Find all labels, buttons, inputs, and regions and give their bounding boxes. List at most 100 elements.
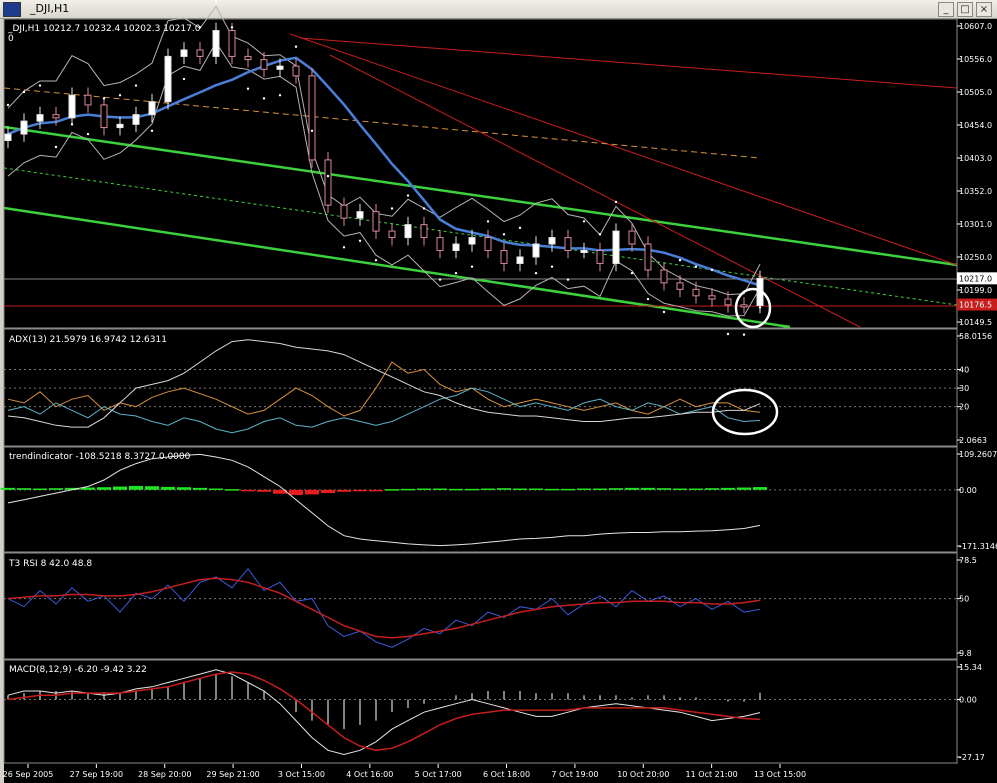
candle-body	[36, 114, 44, 122]
sar-dot	[22, 90, 26, 94]
sar-dot	[262, 97, 266, 100]
y-tick-label: 10403.0	[959, 154, 992, 163]
chart-window: _DJI,H1 _ □ × 10217.0 10176.5 10607.0 1055…	[0, 0, 997, 783]
trend-histogram-bar	[641, 487, 655, 490]
candle-body	[308, 75, 316, 161]
trend-histogram-bar	[1, 487, 15, 490]
red-price-label: 10176.5	[959, 301, 992, 310]
y-tick-label: 20	[959, 403, 969, 412]
candle-body	[404, 224, 412, 239]
sar-dot	[38, 84, 42, 87]
sar-dot	[86, 132, 90, 136]
y-tick-label: 2.0663	[959, 436, 987, 445]
sar-dot	[342, 246, 346, 249]
trend-histogram-bar	[737, 487, 751, 490]
trend-histogram-bar	[593, 488, 607, 491]
trend-histogram-bar	[305, 489, 319, 495]
sar-dot	[134, 84, 138, 87]
time-tick-label: 26 Sep 2005	[3, 770, 54, 779]
y-tick-label: 10556.0	[959, 55, 992, 64]
candle-body	[244, 55, 252, 61]
y-tick-label: 109.2607	[959, 450, 997, 459]
sar-dot	[454, 271, 458, 275]
candle-body	[420, 224, 428, 239]
trend-histogram-bar	[721, 487, 735, 490]
chart-canvas: 10217.0 10176.5 10607.0 10556.0 10505.0 1045…	[1, 0, 997, 783]
sar-dot	[614, 200, 618, 204]
sar-dot	[518, 226, 522, 230]
trend-histogram-bar	[577, 488, 591, 491]
sar-dot	[678, 259, 682, 262]
y-tick-label: 10607.0	[959, 22, 992, 31]
time-tick-label: 7 Oct 19:00	[551, 770, 598, 779]
candle-body	[276, 65, 284, 70]
sar-dot	[374, 259, 378, 262]
candle-body	[116, 123, 124, 129]
trend-histogram-bar	[369, 489, 383, 492]
y-tick-label: 10352.0	[959, 187, 992, 196]
candle-body	[516, 256, 524, 264]
sar-dot	[710, 268, 714, 272]
candle-body	[132, 114, 140, 125]
candle-body	[548, 237, 556, 245]
candle-body	[148, 101, 156, 116]
candle-body	[484, 237, 492, 252]
y-tick-label: 30	[959, 384, 969, 393]
main-title: _DJI,H1 10212.7 10232.4 10202.3 10217.0	[7, 24, 201, 34]
macd-title: MACD(8,12,9) -6.20 -9.42 3.22	[9, 665, 147, 675]
time-tick-label: 11 Oct 21:00	[686, 770, 738, 779]
sar-dot	[566, 278, 570, 281]
time-tick-label: 29 Sep 21:00	[206, 770, 259, 779]
y-tick-label: 40	[959, 365, 969, 374]
candle-body	[644, 243, 652, 271]
y-tick-label: 10301.0	[959, 220, 992, 229]
time-tick-label: 3 Oct 15:00	[278, 770, 325, 779]
y-tick-label: 15.34	[959, 663, 982, 672]
time-tick-label: 27 Sep 19:00	[70, 770, 123, 779]
candle-body	[676, 282, 684, 290]
sar-dot	[54, 145, 58, 149]
adx-title: ADX(13) 21.5979 16.9742 12.6311	[9, 335, 167, 345]
candle-body	[164, 55, 172, 103]
candle-body	[532, 243, 540, 258]
time-tick-label: 13 Oct 15:00	[754, 770, 806, 779]
candle-body	[580, 250, 588, 254]
y-tick-label: 58.0156	[959, 332, 992, 341]
trend-histogram-bar	[753, 487, 767, 490]
trend-histogram-bar	[449, 488, 463, 491]
sar-dot	[630, 271, 634, 275]
trend-histogram-bar	[161, 486, 175, 490]
main-corner-value: 0	[8, 34, 14, 44]
trend-histogram-bar	[33, 488, 47, 491]
trend-histogram-bar	[225, 489, 239, 491]
sar-dot	[182, 77, 186, 81]
candle-body	[84, 94, 92, 106]
candle-body	[196, 49, 204, 57]
trend-histogram-bar	[545, 488, 559, 491]
y-tick-label: 10505.0	[959, 88, 992, 97]
trend-histogram-bar	[289, 489, 303, 496]
time-tick-label: 6 Oct 18:00	[483, 770, 530, 779]
candle-body	[452, 243, 460, 252]
candle-body	[180, 49, 188, 57]
time-tick-label: 10 Oct 20:00	[617, 770, 669, 779]
sar-dot	[470, 265, 474, 268]
candle-body	[564, 237, 572, 252]
trend-histogram-bar	[561, 488, 575, 491]
trend-histogram-bar	[689, 488, 703, 491]
candle-body	[260, 59, 268, 70]
sar-dot	[662, 310, 666, 314]
trend-histogram-bar	[481, 488, 495, 491]
candle-body	[292, 65, 300, 77]
candle-body	[500, 250, 508, 264]
candle-body	[708, 295, 716, 300]
trend-histogram-bar	[177, 487, 191, 490]
sar-dot	[6, 103, 10, 107]
candle-body	[356, 211, 364, 219]
trend-histogram-bar	[49, 488, 63, 490]
candle-body	[20, 120, 28, 135]
candle-body	[468, 237, 476, 245]
y-tick-label: 10250.0	[959, 253, 992, 262]
sar-dot	[486, 220, 490, 223]
trend-histogram-bar	[337, 489, 351, 492]
